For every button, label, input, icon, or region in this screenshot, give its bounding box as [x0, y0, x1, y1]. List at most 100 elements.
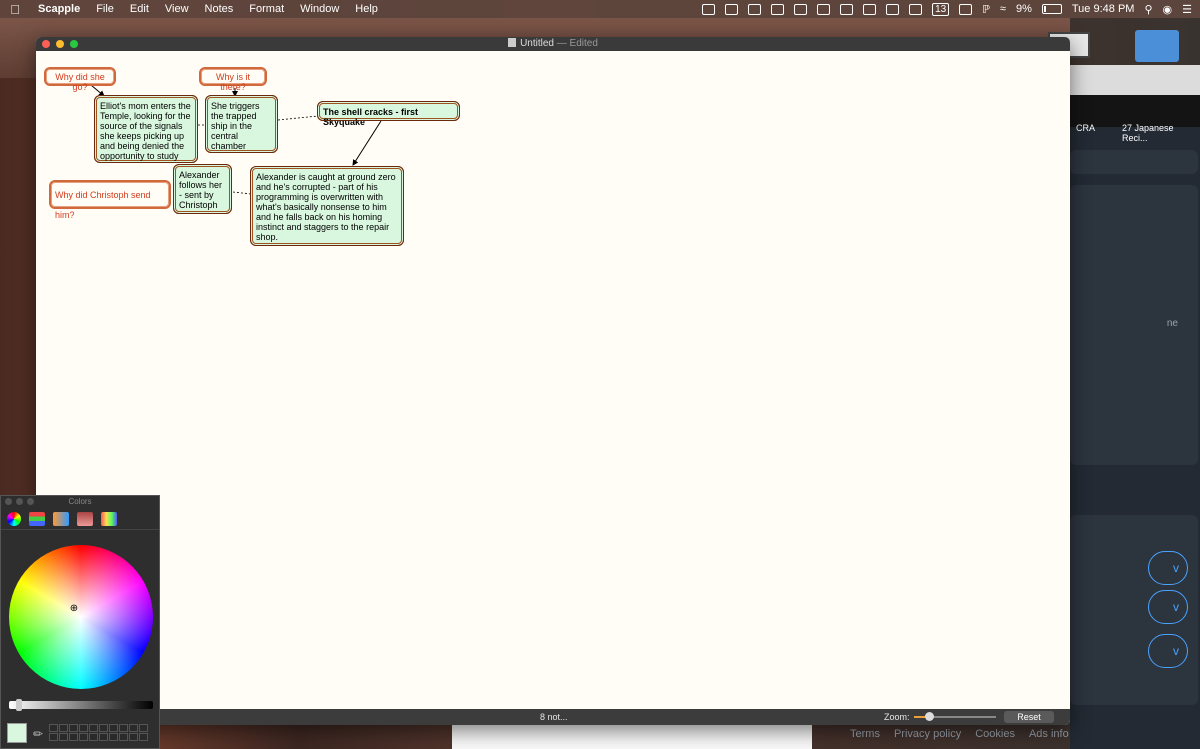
bluetooth-icon[interactable]: ℙ — [982, 3, 990, 16]
menu-edit[interactable]: Edit — [122, 0, 157, 18]
battery-percent[interactable]: 9% — [1016, 3, 1032, 15]
keyboard-icon[interactable] — [771, 3, 785, 15]
reset-zoom-button[interactable]: Reset — [1004, 711, 1054, 723]
wifi-icon[interactable]: ≈ — [1000, 3, 1006, 15]
empty-swatch[interactable] — [69, 724, 78, 732]
folder-icon[interactable] — [1135, 30, 1179, 62]
scapple-canvas[interactable]: Why did she go? Why is it there? Elliot'… — [36, 51, 1070, 709]
note[interactable]: Alexander follows her - sent by Christop… — [173, 164, 232, 214]
empty-swatch[interactable] — [109, 733, 118, 741]
menubar:  Scapple File Edit View Notes Format Wi… — [0, 0, 1200, 18]
scapple-window: Untitled — Edited Why did she go? Why is… — [36, 37, 1070, 725]
calendar-badge[interactable]: 13 — [932, 2, 950, 16]
empty-swatch[interactable] — [89, 724, 98, 732]
empty-swatch[interactable] — [119, 724, 128, 732]
empty-swatch[interactable] — [99, 724, 108, 732]
bookmark-icon[interactable] — [886, 3, 900, 15]
zoom-slider-knob[interactable] — [924, 712, 934, 721]
image-palettes-mode-icon[interactable] — [77, 512, 93, 526]
traffic-lights — [42, 40, 78, 48]
zoom-window-button[interactable] — [70, 40, 78, 48]
printer-icon[interactable] — [817, 3, 831, 15]
menu-help[interactable]: Help — [347, 0, 386, 18]
empty-swatch[interactable] — [139, 724, 148, 732]
dropbox-icon[interactable] — [702, 3, 716, 15]
zoom-panel-button[interactable] — [27, 498, 34, 505]
close-panel-button[interactable] — [5, 498, 12, 505]
color-crosshair-icon[interactable]: ⊕ — [69, 604, 79, 614]
note-question[interactable]: Why is it there? — [199, 67, 267, 92]
airplay-icon[interactable] — [959, 3, 973, 15]
footer-terms[interactable]: Terms — [850, 728, 880, 740]
note-question[interactable]: Why did she go? — [44, 67, 116, 92]
arrow-n3-to-n5 — [352, 120, 382, 166]
apple-menu-icon[interactable]:  — [0, 2, 30, 17]
menu-app-name[interactable]: Scapple — [30, 0, 88, 18]
follow-button[interactable]: v — [1148, 634, 1188, 668]
empty-swatch[interactable] — [129, 724, 138, 732]
menu-format[interactable]: Format — [241, 0, 292, 18]
menu-window[interactable]: Window — [292, 0, 347, 18]
empty-swatch[interactable] — [59, 733, 68, 741]
footer-privacy[interactable]: Privacy policy — [894, 728, 961, 740]
bookmark-cra[interactable]: CRA — [1076, 123, 1095, 133]
cloud-icon[interactable] — [840, 3, 854, 15]
minimize-window-button[interactable] — [56, 40, 64, 48]
clock[interactable]: Tue 9:48 PM — [1072, 3, 1135, 15]
color-swatch-grid[interactable] — [49, 724, 148, 741]
status-area: 13 ℙ ≈ 9% Tue 9:48 PM ⚲ ◉ ☰ — [702, 0, 1192, 18]
empty-swatch[interactable] — [129, 733, 138, 741]
creative-cloud-icon[interactable] — [863, 3, 877, 15]
screen-icon[interactable] — [909, 3, 923, 15]
empty-swatch[interactable] — [59, 724, 68, 732]
empty-swatch[interactable] — [49, 733, 58, 741]
grid-icon[interactable] — [725, 3, 739, 15]
empty-swatch[interactable] — [139, 733, 148, 741]
battery-icon[interactable] — [1041, 4, 1062, 14]
titlebar: Untitled — Edited — [36, 37, 1070, 51]
note[interactable]: Elliot's mom enters the Temple, looking … — [94, 95, 198, 163]
follow-button[interactable]: v — [1148, 551, 1188, 585]
menu-notes[interactable]: Notes — [197, 0, 242, 18]
note-question[interactable]: Why did Christoph send him? — [49, 180, 171, 220]
status-bar: 8 not... Zoom: Reset — [36, 709, 1070, 725]
menu-file[interactable]: File — [88, 0, 122, 18]
background-document — [452, 722, 812, 749]
compass-icon[interactable] — [794, 3, 808, 15]
bookmark-recipes[interactable]: 27 Japanese Reci... — [1122, 123, 1200, 143]
color-palettes-mode-icon[interactable] — [53, 512, 69, 526]
empty-swatch[interactable] — [69, 733, 78, 741]
empty-swatch[interactable] — [89, 733, 98, 741]
color-wheel-mode-icon[interactable] — [7, 512, 21, 526]
note[interactable]: The shell cracks - first Skyquake — [317, 101, 460, 127]
minimize-panel-button[interactable] — [16, 498, 23, 505]
link-n4-n5 — [232, 191, 252, 195]
pencils-mode-icon[interactable] — [101, 512, 117, 526]
empty-swatch[interactable] — [79, 724, 88, 732]
brightness-slider-knob[interactable] — [16, 699, 23, 711]
color-sliders-mode-icon[interactable] — [29, 512, 45, 526]
note[interactable]: She triggers the trapped ship in the cen… — [205, 95, 278, 153]
current-color-swatch[interactable] — [7, 723, 27, 743]
browser-toolbar — [1070, 65, 1200, 95]
brightness-slider[interactable] — [9, 701, 153, 709]
footer-ads-info[interactable]: Ads info — [1029, 728, 1069, 740]
battery-monitor-icon[interactable] — [748, 3, 762, 15]
empty-swatch[interactable] — [49, 724, 58, 732]
footer-cookies[interactable]: Cookies — [975, 728, 1015, 740]
eyedropper-icon[interactable]: ✏ — [33, 727, 43, 741]
siri-icon[interactable]: ◉ — [1163, 3, 1173, 16]
notification-center-icon[interactable]: ☰ — [1182, 3, 1192, 16]
menu-view[interactable]: View — [157, 0, 197, 18]
note[interactable]: Alexander is caught at ground zero and h… — [250, 166, 404, 246]
empty-swatch[interactable] — [109, 724, 118, 732]
close-window-button[interactable] — [42, 40, 50, 48]
empty-swatch[interactable] — [119, 733, 128, 741]
color-wheel[interactable] — [9, 545, 153, 689]
follow-button[interactable]: v — [1148, 590, 1188, 624]
empty-swatch[interactable] — [99, 733, 108, 741]
empty-swatch[interactable] — [79, 733, 88, 741]
spotlight-icon[interactable]: ⚲ — [1144, 3, 1152, 16]
colors-panel-titlebar: Colors — [1, 496, 159, 508]
zoom-label: Zoom: — [884, 712, 910, 722]
